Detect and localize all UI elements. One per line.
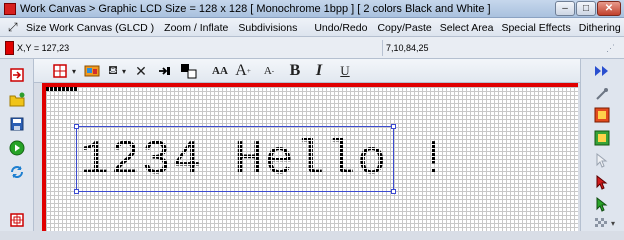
grow-font-button[interactable]: A + xyxy=(235,62,251,79)
grow-font-label: A xyxy=(235,62,247,79)
resize-arrows-icon[interactable]: ⤢ xyxy=(8,21,20,33)
close-button[interactable]: ✕ xyxy=(597,1,621,16)
clear-icon[interactable]: ✕ xyxy=(134,63,148,79)
chevron-down-icon[interactable]: ▾ xyxy=(611,219,624,235)
underline-button[interactable]: U xyxy=(338,63,352,79)
title-bar: Work Canvas > Graphic LCD Size = 128 x 1… xyxy=(0,0,624,18)
pattern-fill-icon[interactable] xyxy=(594,217,610,233)
menu-copy-paste[interactable]: Copy/Paste xyxy=(377,22,438,34)
refresh-icon[interactable] xyxy=(9,164,25,180)
right-tool-panel: ▾ xyxy=(580,59,624,231)
color-swap-icon[interactable] xyxy=(180,63,198,79)
italic-button[interactable]: I xyxy=(312,62,326,79)
eyedropper-icon[interactable] xyxy=(594,86,610,102)
run-icon[interactable] xyxy=(9,140,25,156)
text-selection-box[interactable] xyxy=(74,124,396,194)
pointer-red-icon[interactable] xyxy=(594,174,610,190)
resize-handle-top-right[interactable] xyxy=(391,124,396,129)
invert-icon[interactable] xyxy=(156,63,172,79)
cursor-coordinates: X,Y = 127,23 xyxy=(17,43,70,53)
menu-bar: ⤢ Size Work Canvas (GLCD ) Zoom / Inflat… xyxy=(0,18,624,37)
font-size-button[interactable]: AA xyxy=(210,63,230,79)
pointer-disabled-icon[interactable] xyxy=(594,152,610,168)
minimize-button[interactable]: – xyxy=(555,1,575,16)
chevron-down-icon[interactable]: ▾ xyxy=(120,63,128,79)
import-icon[interactable] xyxy=(9,67,25,83)
menu-special-effects[interactable]: Special Effects xyxy=(501,22,577,34)
chevron-down-icon[interactable]: ▾ xyxy=(70,63,78,79)
resize-grip-icon[interactable]: ⋰ xyxy=(606,43,616,53)
app-icon xyxy=(4,3,16,15)
shrink-font-label: A xyxy=(263,65,272,77)
shrink-font-button[interactable]: A- xyxy=(262,63,276,79)
menu-select-area[interactable]: Select Area xyxy=(440,22,501,34)
picture-green-icon[interactable] xyxy=(594,130,610,146)
left-tool-panel xyxy=(0,59,34,231)
menu-subdivisions[interactable]: Subdivisions xyxy=(238,22,304,34)
work-canvas[interactable]: 1234 Hello ! xyxy=(42,83,578,231)
save-icon[interactable] xyxy=(9,116,25,132)
menu-items: Size Work Canvas (GLCD ) Zoom / Inflate … xyxy=(26,22,624,34)
menu-undo-redo[interactable]: Undo/Redo xyxy=(314,22,374,34)
resize-handle-bottom-left[interactable] xyxy=(74,189,79,194)
top-pixel-row xyxy=(46,87,78,91)
open-folder-icon[interactable] xyxy=(9,92,25,108)
menu-size-work-canvas[interactable]: Size Work Canvas (GLCD ) xyxy=(26,22,161,34)
menu-zoom-inflate[interactable]: Zoom / Inflate xyxy=(164,22,235,34)
picture-red-icon[interactable] xyxy=(594,107,610,123)
current-color-swatch[interactable] xyxy=(5,41,14,55)
resize-handle-top-left[interactable] xyxy=(74,124,79,129)
export-grid-icon[interactable] xyxy=(9,212,25,228)
maximize-button[interactable]: □ xyxy=(576,1,596,16)
resize-handle-bottom-right[interactable] xyxy=(391,189,396,194)
menu-dithering[interactable]: Dithering xyxy=(579,22,624,34)
color-value-readout: 7,10,84,25 xyxy=(386,43,429,53)
fast-forward-icon[interactable] xyxy=(594,63,610,79)
fill-bucket-icon[interactable]: ⛾ xyxy=(106,63,120,79)
window-title: Work Canvas > Graphic LCD Size = 128 x 1… xyxy=(20,3,491,15)
status-divider xyxy=(382,40,383,56)
image-tool-icon[interactable] xyxy=(84,63,100,79)
status-bar: X,Y = 127,23 7,10,84,25 ⋰ xyxy=(0,37,624,59)
pointer-green-icon[interactable] xyxy=(594,196,610,212)
text-toolbar: ▾ ⛾ ▾ ✕ AA A + A- B I U xyxy=(34,59,580,83)
grid-select-icon[interactable] xyxy=(52,63,68,79)
bold-button[interactable]: B xyxy=(288,62,302,79)
